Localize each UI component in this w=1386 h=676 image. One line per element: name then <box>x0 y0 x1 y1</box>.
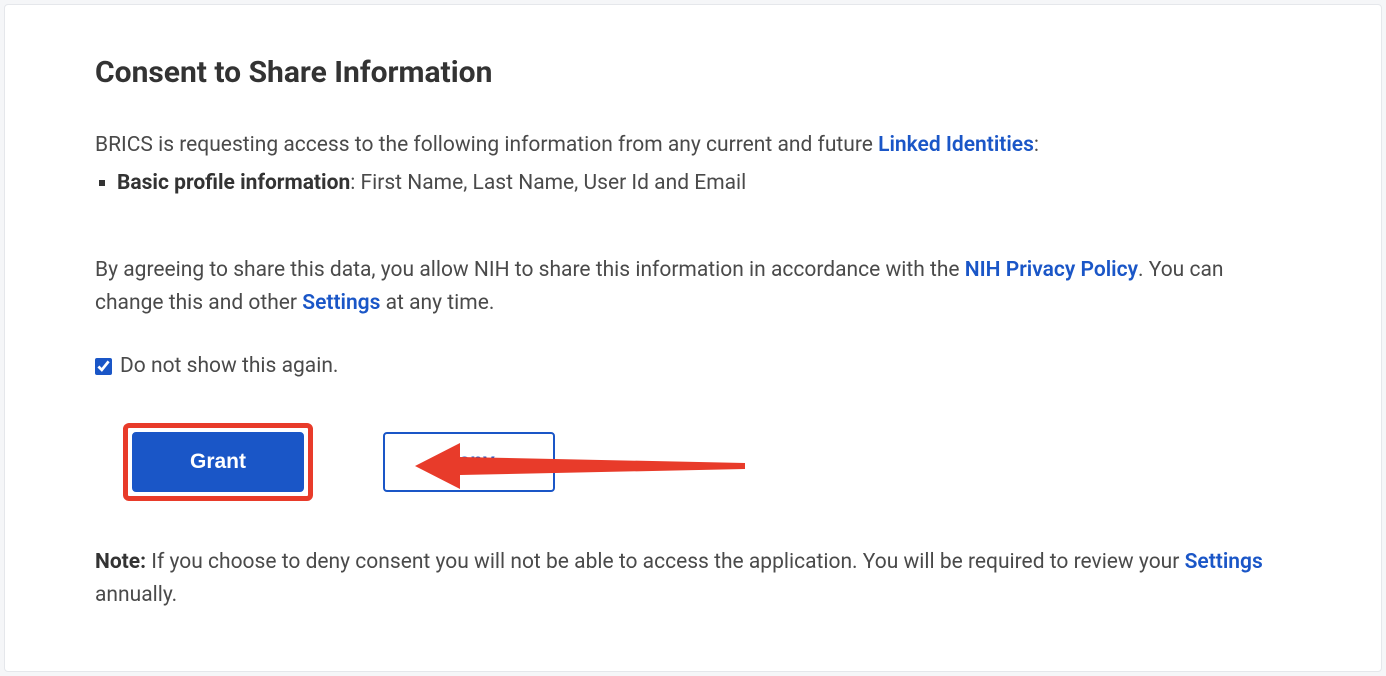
checkbox-label: Do not show this again. <box>120 354 338 378</box>
checkbox-row: Do not show this again. <box>95 354 1291 378</box>
linked-identities-link[interactable]: Linked Identities <box>878 133 1034 157</box>
note-label: Note: <box>95 550 146 574</box>
button-row: Grant Deny <box>95 423 1291 501</box>
note-text1: If you choose to deny consent you will n… <box>146 550 1185 574</box>
consent-paragraph: By agreeing to share this data, you allo… <box>95 254 1291 319</box>
info-label: Basic profile information <box>117 171 350 195</box>
page-title: Consent to Share Information <box>95 55 1291 90</box>
grant-button[interactable]: Grant <box>132 432 304 492</box>
consent-card: Consent to Share Information BRICS is re… <box>4 4 1382 672</box>
intro-text: BRICS is requesting access to the follow… <box>95 130 1291 162</box>
note-settings-link[interactable]: Settings <box>1185 550 1263 574</box>
info-list: Basic profile information: First Name, L… <box>95 168 1291 200</box>
info-details: : First Name, Last Name, User Id and Ema… <box>350 171 746 195</box>
intro-suffix: : <box>1034 133 1039 157</box>
consent-part1: By agreeing to share this data, you allo… <box>95 258 965 282</box>
consent-part3: at any time. <box>380 291 494 315</box>
settings-link[interactable]: Settings <box>302 291 380 315</box>
dont-show-again-checkbox[interactable] <box>95 358 112 375</box>
deny-button[interactable]: Deny <box>383 432 555 492</box>
grant-highlight-box: Grant <box>123 423 313 501</box>
privacy-policy-link[interactable]: NIH Privacy Policy <box>965 258 1138 282</box>
note-paragraph: Note: If you choose to deny consent you … <box>95 546 1291 611</box>
note-text2: annually. <box>95 583 177 607</box>
intro-prefix: BRICS is requesting access to the follow… <box>95 133 878 157</box>
list-item: Basic profile information: First Name, L… <box>117 168 1291 200</box>
